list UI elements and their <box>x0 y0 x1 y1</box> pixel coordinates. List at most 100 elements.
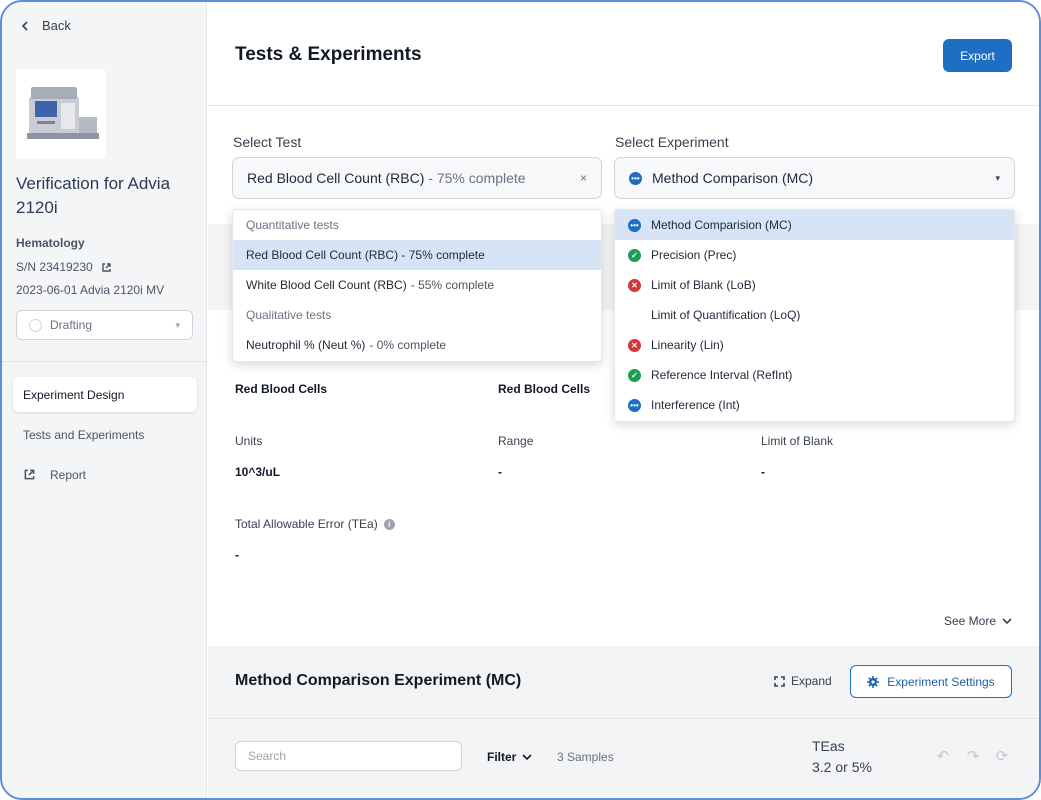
redo-icon[interactable]: ↷ <box>964 747 982 765</box>
expand-button[interactable]: Expand <box>774 674 832 688</box>
option-progress: - 55% complete <box>410 278 495 292</box>
option-linearity[interactable]: ✕ Linearity (Lin) <box>615 330 1014 360</box>
serial-text: S/N 23419230 <box>16 260 93 274</box>
nav-label: Experiment Design <box>23 387 125 402</box>
nav-experiment-design[interactable]: Experiment Design <box>13 377 197 412</box>
check-circle-icon: ✓ <box>628 248 641 262</box>
option-interference[interactable]: ••• Interference (Int) <box>615 390 1014 420</box>
device-date-model: 2023-06-01 Advia 2120i MV <box>16 283 165 297</box>
undo-icon[interactable]: ↶ <box>934 747 952 765</box>
refresh-icon[interactable]: ⟳ <box>993 747 1011 765</box>
filter-button[interactable]: Filter <box>487 750 532 764</box>
tea-label: Total Allowable Error (TEa) i <box>235 517 395 531</box>
option-label: Interference (Int) <box>651 398 740 412</box>
serial-number: S/N 23419230 <box>16 260 112 274</box>
device-image <box>16 69 106 159</box>
in-progress-icon: ••• <box>628 398 641 412</box>
group-qualitative-tests: Qualitative tests <box>246 308 332 322</box>
select-experiment-value: Method Comparison (MC) <box>652 170 814 186</box>
app-window: Back Verification for Advia 2120i Hemato… <box>0 0 1041 800</box>
option-label: White Blood Cell Count (RBC) <box>246 278 407 292</box>
status-label: Drafting <box>50 318 93 332</box>
analyte-value: Red Blood Cells <box>235 382 328 396</box>
limit-of-blank-value: - <box>761 465 765 479</box>
option-reference-interval[interactable]: ✓ Reference Interval (RefInt) <box>615 360 1014 390</box>
see-more-label: See More <box>944 614 997 628</box>
analyzer-illustration <box>27 87 99 139</box>
option-label: Red Blood Cell Count (RBC) - 75% complet… <box>246 248 485 262</box>
select-test-dropdown-menu: Quantitative tests Red Blood Cell Count … <box>232 209 602 362</box>
export-button[interactable]: Export <box>943 39 1012 72</box>
option-label: Precision (Prec) <box>651 248 737 262</box>
select-experiment-combobox[interactable]: ••• Method Comparison (MC) ▾ <box>614 157 1015 199</box>
sample-count: 3 Samples <box>557 750 614 764</box>
info-icon[interactable]: i <box>383 519 395 531</box>
option-precision[interactable]: ✓ Precision (Prec) <box>615 240 1014 270</box>
option-progress: - 0% complete <box>369 338 447 352</box>
select-test-label: Select Test <box>233 134 302 150</box>
range-label: Range <box>498 434 534 448</box>
option-label: Limit of Blank (LoB) <box>651 278 756 292</box>
device-title: Verification for Advia 2120i <box>16 174 171 217</box>
option-method-comparison[interactable]: ••• Method Comparision (MC) <box>615 210 1014 240</box>
limit-of-blank-label: Limit of Blank <box>761 434 834 448</box>
tea-label-text: Total Allowable Error (TEa) <box>235 517 378 531</box>
nav-label: Report <box>50 467 87 482</box>
see-more-button[interactable]: See More <box>944 614 1012 628</box>
option-label: Linearity (Lin) <box>651 338 724 352</box>
sidebar-divider <box>2 361 207 362</box>
nav-label: Tests and Experiments <box>23 427 145 442</box>
back-label: Back <box>42 18 71 33</box>
experiment-title: Method Comparison Experiment (MC) <box>235 672 522 689</box>
main-content: Tests & Experiments Export Select Test R… <box>208 2 1039 798</box>
nav-tests-and-experiments[interactable]: Tests and Experiments <box>13 417 197 452</box>
page-title: Tests & Experiments <box>235 44 422 65</box>
search-input[interactable] <box>235 741 462 771</box>
analyte-value: Red Blood Cells <box>498 382 591 396</box>
filter-label: Filter <box>487 750 517 764</box>
option-wbc[interactable]: White Blood Cell Count (RBC) - 55% compl… <box>233 270 601 300</box>
chevron-down-icon: ▾ <box>995 172 1000 183</box>
clear-icon[interactable]: × <box>580 171 587 185</box>
option-limit-of-quantification[interactable]: Limit of Quantification (LoQ) <box>615 300 1014 330</box>
check-circle-icon: ✓ <box>628 368 641 382</box>
in-progress-icon: ••• <box>629 171 642 185</box>
select-experiment-dropdown-menu: ••• Method Comparision (MC) ✓ Precision … <box>614 209 1015 422</box>
option-label: Limit of Quantification (LoQ) <box>651 308 801 322</box>
device-category: Hematology <box>16 236 85 250</box>
sidebar: Back Verification for Advia 2120i Hemato… <box>2 2 207 798</box>
experiment-settings-label: Experiment Settings <box>887 674 995 689</box>
range-value: - <box>498 465 502 479</box>
select-test-combobox[interactable]: Red Blood Cell Count (RBC) - 75% complet… <box>232 157 602 199</box>
chevron-down-icon: ▾ <box>175 319 180 330</box>
back-button[interactable]: Back <box>20 18 71 33</box>
experiment-settings-button[interactable]: Experiment Settings <box>850 665 1012 698</box>
teas-value: 3.2 or 5% <box>812 759 872 775</box>
select-test-value-suffix: - 75% complete <box>428 170 526 186</box>
expand-label: Expand <box>791 674 832 688</box>
nav-report[interactable]: Report <box>13 457 197 492</box>
option-neutrophil[interactable]: Neutrophil % (Neut %) - 0% complete <box>233 330 601 360</box>
header-divider <box>208 105 1039 106</box>
units-label: Units <box>235 434 263 448</box>
option-limit-of-blank[interactable]: ✕ Limit of Blank (LoB) <box>615 270 1014 300</box>
group-quantitative-tests: Quantitative tests <box>246 218 339 232</box>
error-circle-icon: ✕ <box>628 278 641 292</box>
units-value: 10^3/uL <box>235 465 281 479</box>
option-rbc[interactable]: Red Blood Cell Count (RBC) - 75% complet… <box>233 240 601 270</box>
teas-label: TEas <box>812 738 845 754</box>
external-link-icon <box>24 469 35 480</box>
external-link-icon[interactable] <box>101 262 112 273</box>
tea-value: - <box>235 548 239 562</box>
option-label: Reference Interval (RefInt) <box>651 368 793 382</box>
chevron-left-icon <box>21 20 28 31</box>
chevron-down-icon <box>1002 618 1012 625</box>
expand-icon <box>774 675 785 687</box>
select-experiment-label: Select Experiment <box>615 134 729 150</box>
status-dropdown[interactable]: Drafting ▾ <box>16 310 193 340</box>
gear-icon <box>867 675 880 688</box>
status-circle-icon <box>29 318 42 332</box>
no-status-icon <box>628 309 641 322</box>
option-label: Neutrophil % (Neut %) <box>246 338 366 352</box>
in-progress-icon: ••• <box>628 218 641 232</box>
